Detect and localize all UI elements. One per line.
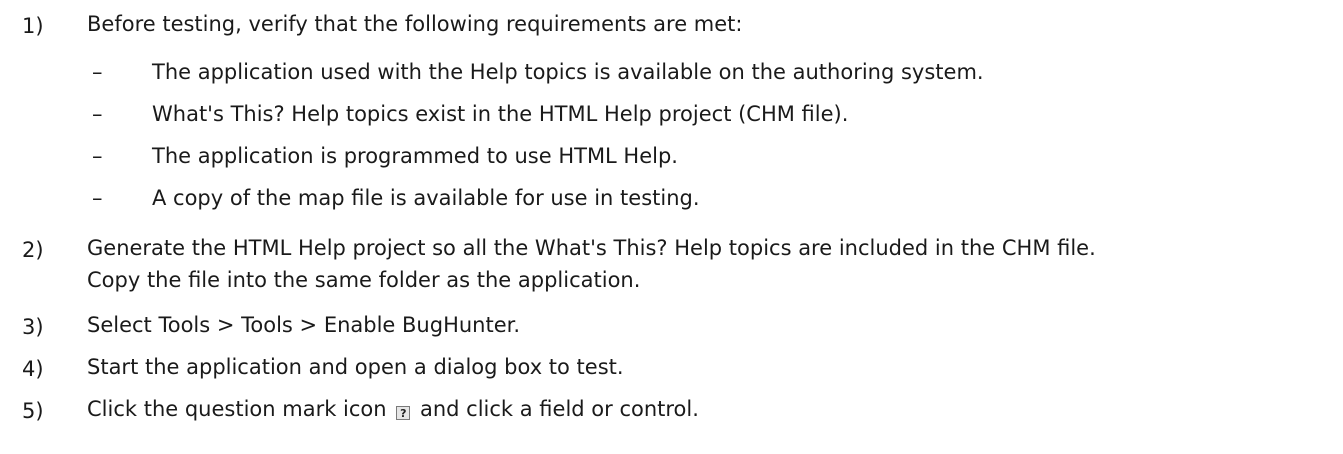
step-number: 1) (22, 14, 44, 38)
step-number: 3) (22, 315, 44, 339)
dash-bullet: – (92, 102, 103, 126)
step-text-line-1: Generate the HTML Help project so all th… (87, 236, 1096, 260)
requirement-text: The application used with the Help topic… (152, 60, 984, 84)
step-text: Click the question mark icon ? and click… (87, 393, 1337, 425)
dash-bullet: – (92, 186, 103, 210)
question-mark-icon: ? (396, 406, 411, 420)
dash-bullet: – (92, 60, 103, 84)
step-text: Before testing, verify that the followin… (87, 12, 743, 36)
step-text: Start the application and open a dialog … (87, 355, 624, 379)
step-text-line-2: Copy the file into the same folder as th… (87, 268, 641, 292)
step-number: 4) (22, 357, 44, 381)
step-text: Select Tools > Tools > Enable BugHunter. (87, 313, 521, 337)
requirement-text: What's This? Help topics exist in the HT… (152, 102, 849, 126)
step-number: 2) (22, 238, 44, 262)
step-text-before-icon: Click the question mark icon (87, 397, 387, 421)
requirement-text: A copy of the map file is available for … (152, 186, 700, 210)
step-text-after-icon: and click a field or control. (419, 397, 699, 421)
requirement-text: The application is programmed to use HTM… (152, 144, 678, 168)
dash-bullet: – (92, 144, 103, 168)
step-number: 5) (22, 399, 44, 423)
procedure-document: 1) Before testing, verify that the follo… (0, 0, 1343, 454)
